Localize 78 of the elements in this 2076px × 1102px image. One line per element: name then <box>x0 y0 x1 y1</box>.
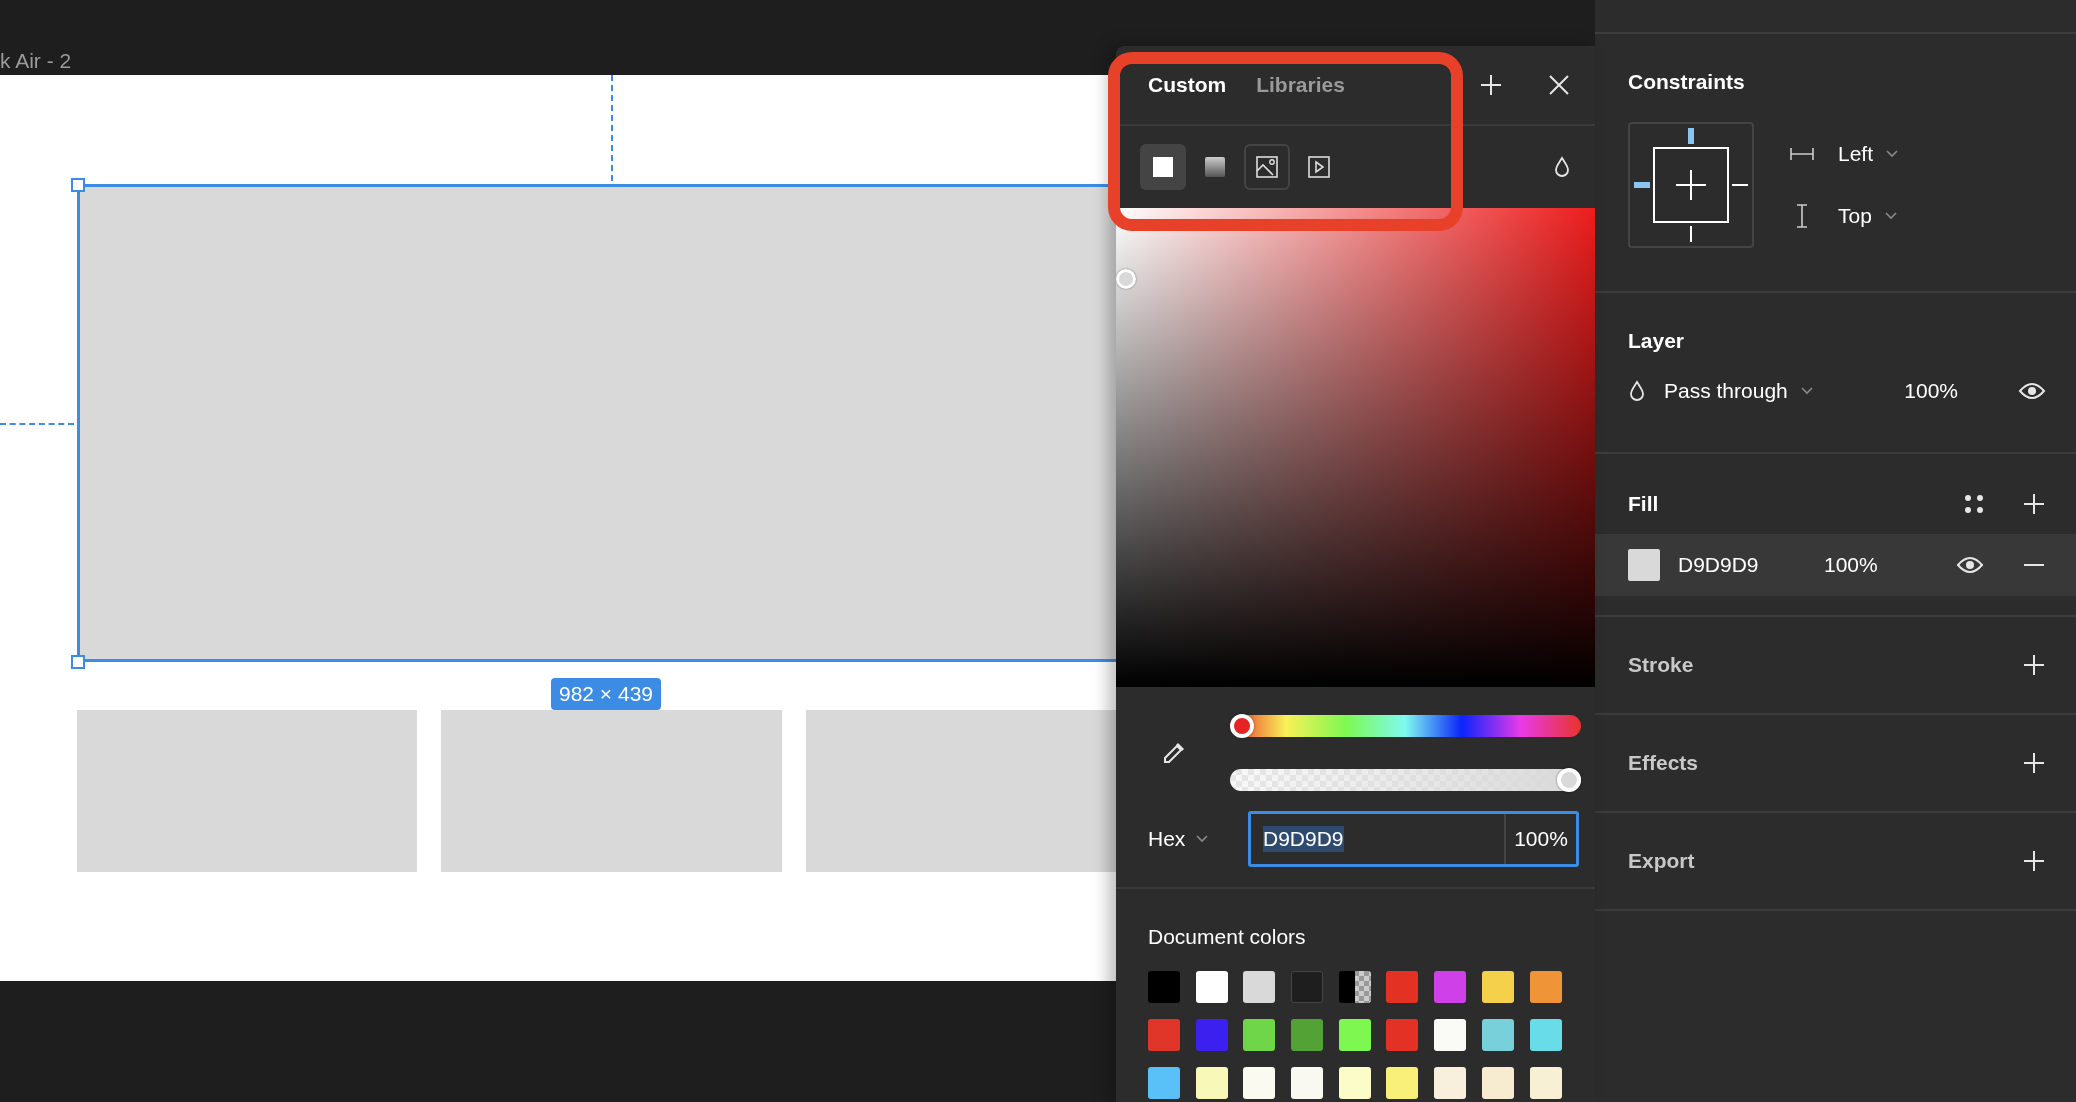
resize-handle[interactable] <box>71 655 85 669</box>
chevron-down-icon <box>1195 834 1210 844</box>
constraint-widget[interactable] <box>1628 122 1754 248</box>
plus-icon[interactable] <box>2022 751 2046 775</box>
color-swatch[interactable] <box>1386 1067 1419 1099</box>
color-swatch[interactable] <box>1148 1019 1180 1051</box>
slider-thumb[interactable] <box>1557 768 1581 792</box>
color-swatch[interactable] <box>1291 1019 1324 1051</box>
color-swatch[interactable] <box>1481 1067 1514 1099</box>
solid-fill-button[interactable] <box>1140 144 1186 190</box>
hex-value[interactable]: D9D9D9 <box>1263 826 1344 852</box>
eye-icon[interactable] <box>1956 555 1984 575</box>
color-swatch[interactable] <box>1434 971 1467 1003</box>
picker-thumb[interactable] <box>1116 269 1136 290</box>
blend-mode-icon[interactable] <box>1553 156 1571 178</box>
blend-mode-dropdown[interactable]: Pass through <box>1664 379 1814 403</box>
fill-row[interactable]: D9D9D9 100% <box>1595 534 2076 596</box>
section-title[interactable]: Effects <box>1628 751 1699 775</box>
horizontal-constraint-icon <box>1790 147 1814 161</box>
resize-handle[interactable] <box>71 178 85 192</box>
blend-mode-icon[interactable] <box>1628 380 1646 402</box>
color-swatch[interactable] <box>1529 1019 1562 1051</box>
color-format-dropdown[interactable]: Hex <box>1148 827 1226 851</box>
hue-slider[interactable] <box>1230 715 1581 737</box>
horizontal-constraint-dropdown[interactable]: Left <box>1838 142 1900 166</box>
picker-tab[interactable]: Custom <box>1148 73 1227 97</box>
section-title: Layer <box>1628 329 1686 353</box>
color-swatch[interactable] <box>1481 971 1514 1003</box>
fill-opacity[interactable]: 100% <box>1824 553 1878 577</box>
color-area[interactable] <box>1116 208 1595 687</box>
color-swatch[interactable] <box>1291 971 1324 1003</box>
color-swatch[interactable] <box>1148 971 1180 1003</box>
color-swatch[interactable] <box>1195 971 1228 1003</box>
color-swatch[interactable] <box>1195 1019 1228 1051</box>
section-title: Constraints <box>1628 70 1746 94</box>
color-swatch[interactable] <box>1195 1067 1228 1099</box>
dimension-label: 982 × 439 <box>551 678 661 710</box>
section-title[interactable]: Stroke <box>1628 653 1694 677</box>
color-swatch[interactable] <box>1481 1019 1514 1051</box>
eye-icon[interactable] <box>2018 381 2046 401</box>
section-title[interactable]: Export <box>1628 849 1695 873</box>
color-swatch[interactable] <box>1386 971 1419 1003</box>
color-swatch[interactable] <box>1243 971 1276 1003</box>
picker-tab[interactable]: Libraries <box>1256 73 1345 97</box>
image-fill-button[interactable] <box>1244 144 1290 190</box>
section-title: Document colors <box>1147 924 1307 950</box>
color-swatch[interactable] <box>1434 1067 1467 1099</box>
styles-icon[interactable] <box>1964 494 1984 514</box>
slider-thumb[interactable] <box>1230 714 1254 738</box>
fill-hex[interactable]: D9D9D9 <box>1678 553 1824 577</box>
chevron-down-icon <box>1885 149 1900 159</box>
opacity-slider[interactable] <box>1230 769 1581 791</box>
color-swatch[interactable] <box>1148 1067 1180 1099</box>
plus-icon[interactable] <box>2022 653 2046 677</box>
chevron-down-icon <box>1799 386 1814 396</box>
plus-icon[interactable] <box>2022 849 2046 873</box>
color-swatch[interactable] <box>1529 1067 1562 1099</box>
color-swatch[interactable] <box>1529 971 1562 1003</box>
color-swatch[interactable] <box>1386 1019 1419 1051</box>
color-swatch[interactable] <box>1338 1067 1371 1099</box>
plus-icon[interactable] <box>2022 492 2046 516</box>
color-swatch[interactable] <box>1243 1019 1276 1051</box>
image-icon <box>1253 153 1281 181</box>
color-swatch[interactable] <box>1338 1019 1371 1051</box>
plus-icon[interactable] <box>1479 73 1503 97</box>
color-swatch[interactable] <box>1434 1019 1467 1051</box>
color-swatch[interactable] <box>1338 971 1371 1003</box>
chevron-down-icon <box>1883 211 1898 221</box>
close-icon[interactable] <box>1547 73 1571 97</box>
frame-label[interactable]: k Air - 2 <box>0 49 72 75</box>
video-icon <box>1305 153 1333 181</box>
vertical-constraint-dropdown[interactable]: Top <box>1838 204 1898 228</box>
color-swatch[interactable] <box>1291 1067 1324 1099</box>
color-swatch[interactable] <box>1243 1067 1276 1099</box>
opacity-value[interactable]: 100% <box>1506 814 1576 864</box>
color-chip[interactable] <box>1628 549 1660 581</box>
section-title: Fill <box>1628 492 1659 516</box>
layer-opacity[interactable]: 100% <box>1904 379 1958 403</box>
